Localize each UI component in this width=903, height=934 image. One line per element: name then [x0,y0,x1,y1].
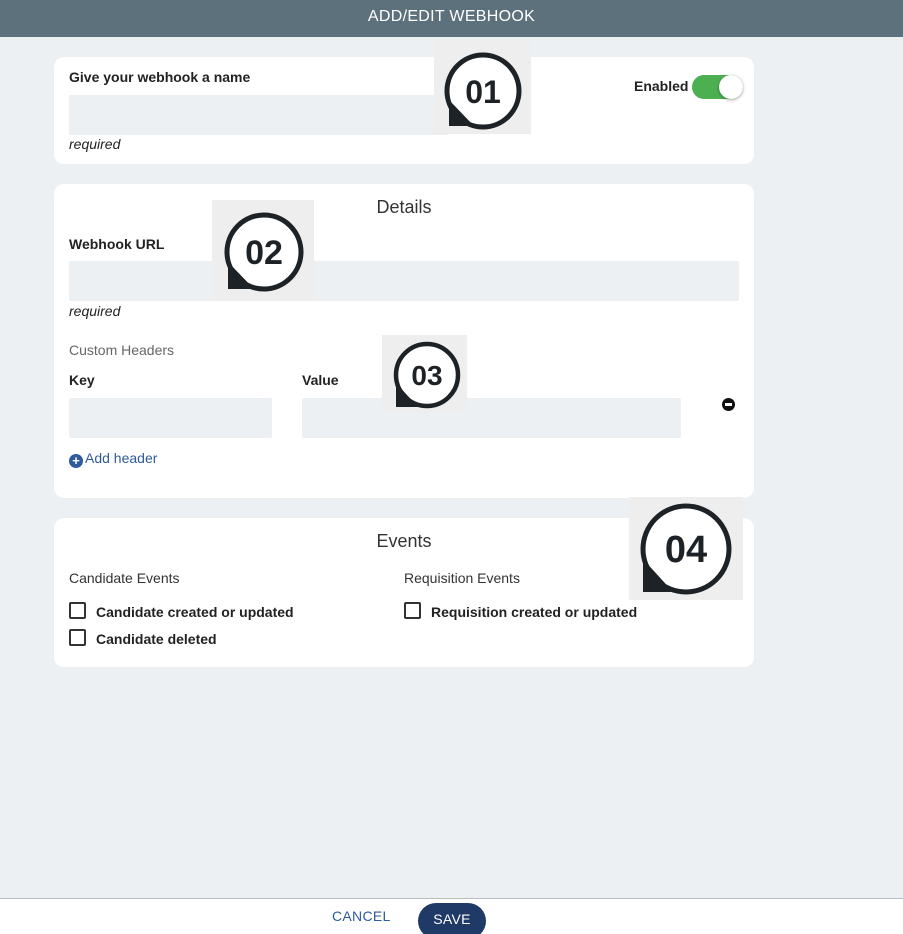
plus-circle-icon: + [69,454,83,468]
add-header-button[interactable]: + Add header [69,450,157,468]
requisition-created-label: Requisition created or updated [431,604,638,620]
speech-bubble-icon: 01 [444,52,522,130]
webhook-name-card: Give your webhook a name required Enable… [54,57,754,164]
enabled-toggle[interactable] [692,75,743,99]
requisition-events-label: Requisition Events [404,570,520,586]
webhook-url-label: Webhook URL [69,236,165,252]
svg-text:03: 03 [411,360,442,391]
footer-bar: CANCEL SAVE [0,898,903,934]
callout-badge-02: 02 [212,200,314,301]
svg-text:01: 01 [465,74,501,110]
webhook-url-hint: required [69,303,121,319]
speech-bubble-icon: 04 [640,503,732,595]
enabled-label: Enabled [634,78,689,94]
webhook-url-input[interactable] [69,261,739,301]
callout-badge-03: 03 [382,335,467,412]
svg-text:02: 02 [245,234,283,272]
remove-header-icon[interactable] [722,398,735,411]
webhook-name-hint: required [69,136,121,152]
callout-badge-04: 04 [629,497,743,600]
speech-bubble-icon: 03 [393,341,461,409]
save-button[interactable]: SAVE [418,903,486,934]
app-header: ADD/EDIT WEBHOOK [0,0,903,37]
requisition-created-checkbox[interactable] [404,602,421,619]
toggle-knob [719,75,743,99]
candidate-created-label: Candidate created or updated [96,604,294,620]
candidate-deleted-checkbox[interactable] [69,629,86,646]
header-value-input[interactable] [302,398,681,438]
candidate-events-label: Candidate Events [69,570,180,586]
header-key-label: Key [69,372,95,388]
add-header-label: Add header [85,450,158,466]
webhook-name-input[interactable] [69,95,449,135]
svg-text:04: 04 [665,529,707,571]
callout-badge-01: 01 [434,40,531,134]
custom-headers-label: Custom Headers [69,342,175,358]
details-title: Details [376,197,432,217]
candidate-created-checkbox[interactable] [69,602,86,619]
candidate-deleted-label: Candidate deleted [96,631,217,647]
page-title: ADD/EDIT WEBHOOK [367,8,536,25]
header-value-label: Value [302,372,339,388]
cancel-button[interactable]: CANCEL [332,908,391,924]
header-key-input[interactable] [69,398,272,438]
speech-bubble-icon: 02 [224,212,304,292]
webhook-name-label: Give your webhook a name [69,69,251,85]
